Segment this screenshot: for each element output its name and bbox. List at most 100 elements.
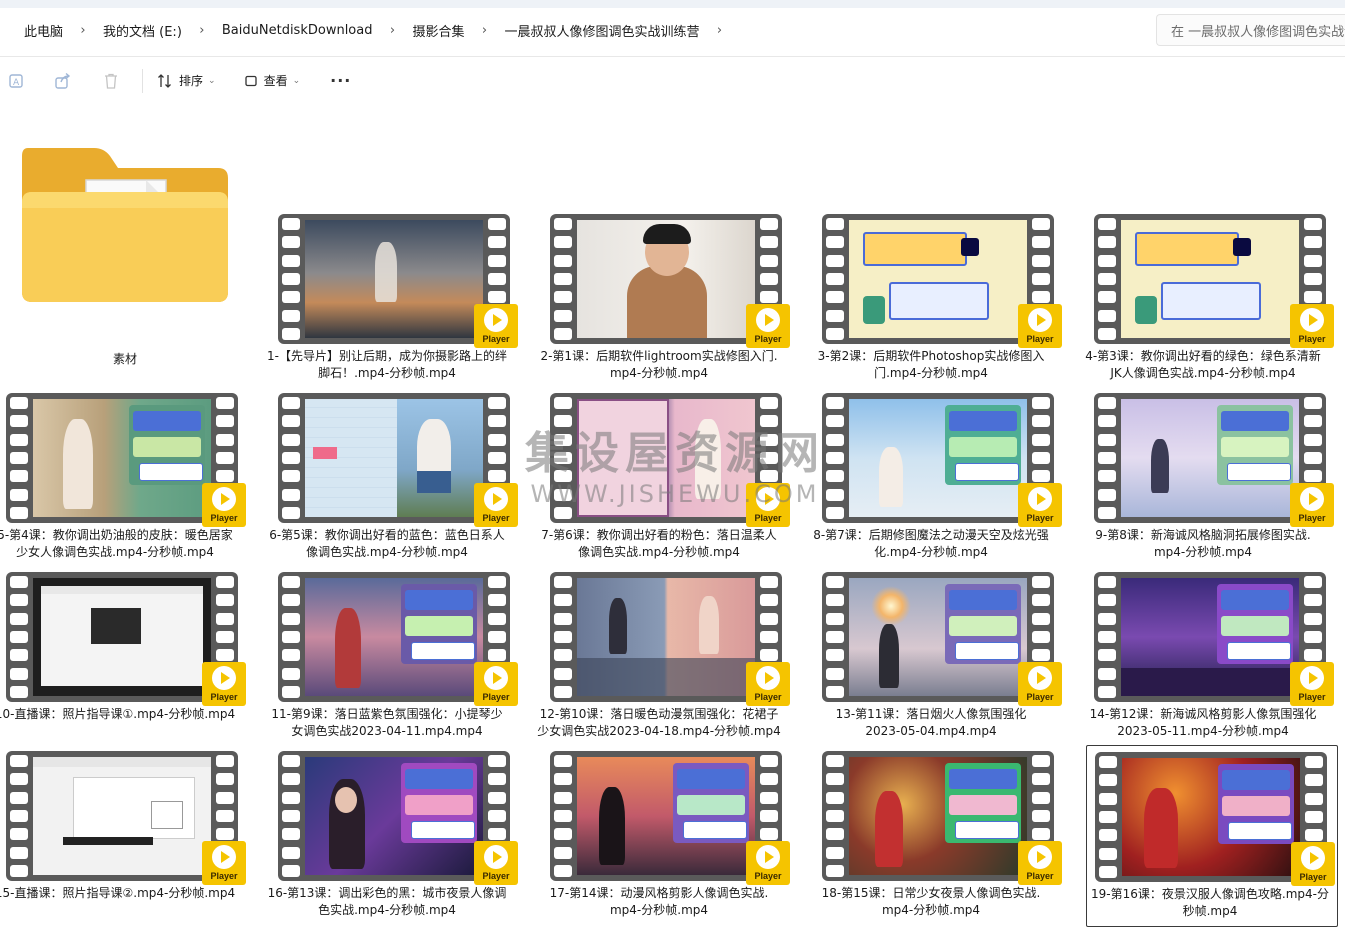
video-file-item[interactable]: Player 18-第15课：日常少女夜景人像调色实战. mp4-分秒帧.mp4 xyxy=(802,751,1062,927)
video-file-item[interactable]: Player 14-第12课：新海诚风格剪影人像氛围强化 2023-05-11.… xyxy=(1074,572,1334,748)
breadcrumb-current-folder[interactable]: 一晨叔叔人像修图调色实战训练营 xyxy=(491,21,714,40)
play-icon xyxy=(756,845,780,869)
player-badge: Player xyxy=(1290,662,1334,706)
file-name: 18-第15课：日常少女夜景人像调色实战. mp4-分秒帧.mp4 xyxy=(821,886,1041,917)
player-badge: Player xyxy=(202,662,246,706)
video-thumbnail: Player xyxy=(550,751,790,885)
file-grid: 素材 Player 1-【先导片】别让后期，成为你摄影路上的绊 脚石！.mp4-… xyxy=(0,104,1345,942)
chevron-right-icon[interactable]: › xyxy=(386,23,398,38)
video-file-item[interactable]: Player 9-第8课：新海诚风格脑洞拓展修图实战. mp4-分秒帧.mp4 xyxy=(1074,393,1334,569)
video-file-item[interactable]: Player 4-第3课：教你调出好看的绿色：绿色系清新 JK人像调色实战.mp… xyxy=(1074,214,1334,390)
file-name: 1-【先导片】别让后期，成为你摄影路上的绊 脚石！.mp4-分秒帧.mp4 xyxy=(267,349,507,380)
chevron-down-icon: ⌄ xyxy=(292,75,301,86)
player-badge: Player xyxy=(746,304,790,348)
video-file-item[interactable]: Player 5-第4课：教你调出奶油般的皮肤：暖色居家 少女人像调色实战.mp… xyxy=(0,393,246,569)
video-file-item[interactable]: Player 12-第10课：落日暖色动漫氛围强化：花裙子 少女调色实战2023… xyxy=(530,572,790,748)
video-thumbnail: Player xyxy=(6,393,246,527)
sort-button[interactable]: 排序 ⌄ xyxy=(157,65,216,97)
breadcrumb-photography[interactable]: 摄影合集 xyxy=(398,21,478,40)
breadcrumb-baidunetdisk[interactable]: BaiduNetdiskDownload xyxy=(208,23,387,38)
chevron-right-icon[interactable]: › xyxy=(196,23,208,38)
play-icon xyxy=(212,666,236,690)
more-icon: ··· xyxy=(330,71,352,90)
video-file-item[interactable]: Player 2-第1课：后期软件lightroom实战修图入门. mp4-分秒… xyxy=(530,214,790,390)
play-icon xyxy=(484,308,508,332)
play-icon xyxy=(1300,308,1324,332)
player-badge: Player xyxy=(474,483,518,527)
rename-icon: A xyxy=(9,73,23,88)
file-name: 2-第1课：后期软件lightroom实战修图入门. mp4-分秒帧.mp4 xyxy=(540,349,778,380)
video-file-item[interactable]: Player 6-第5课：教你调出好看的蓝色：蓝色日系人 像调色实战.mp4-分… xyxy=(258,393,518,569)
file-name: 9-第8课：新海诚风格脑洞拓展修图实战. mp4-分秒帧.mp4 xyxy=(1095,528,1311,559)
video-thumbnail: Player xyxy=(550,572,790,706)
video-thumbnail: Player xyxy=(1094,214,1334,348)
file-name: 13-第11课：落日烟火人像氛围强化 2023-05-04.mp4.mp4 xyxy=(835,707,1027,738)
breadcrumb-this-pc[interactable]: 此电脑 xyxy=(10,21,77,40)
file-name: 3-第2课：后期软件Photoshop实战修图入 门.mp4-分秒帧.mp4 xyxy=(817,349,1045,380)
chevron-down-icon: ⌄ xyxy=(208,75,216,86)
rename-button[interactable]: A xyxy=(6,65,28,97)
delete-button[interactable] xyxy=(100,65,122,97)
file-name: 6-第5课：教你调出好看的蓝色：蓝色日系人 像调色实战.mp4-分秒帧.mp4 xyxy=(269,528,505,559)
play-icon xyxy=(1300,487,1324,511)
video-file-item[interactable]: Player 3-第2课：后期软件Photoshop实战修图入 门.mp4-分秒… xyxy=(802,214,1062,390)
video-file-item[interactable]: Player 13-第11课：落日烟火人像氛围强化 2023-05-04.mp4… xyxy=(802,572,1062,748)
video-thumbnail: Player xyxy=(1095,752,1335,886)
video-file-item[interactable]: Player 8-第7课：后期修图魔法之动漫天空及炫光强 化.mp4-分秒帧.m… xyxy=(802,393,1062,569)
more-options-button[interactable]: ··· xyxy=(330,65,351,97)
view-label: 查看 xyxy=(263,74,288,88)
play-icon xyxy=(484,845,508,869)
sort-icon xyxy=(158,73,171,88)
player-badge: Player xyxy=(474,841,518,885)
video-file-item[interactable]: Player 11-第9课：落日蓝紫色氛围强化：小提琴少 女调色实战2023-0… xyxy=(258,572,518,748)
video-thumbnail: Player xyxy=(822,214,1062,348)
video-thumbnail: Player xyxy=(278,572,518,706)
play-icon xyxy=(1028,845,1052,869)
chevron-right-icon[interactable]: › xyxy=(714,23,726,38)
breadcrumb-drive-e[interactable]: 我的文档 (E:) xyxy=(89,21,196,40)
video-thumbnail: Player xyxy=(550,393,790,527)
player-badge: Player xyxy=(1290,483,1334,527)
video-thumbnail: Player xyxy=(278,393,518,527)
player-badge: Player xyxy=(1018,662,1062,706)
view-icon xyxy=(244,75,257,86)
player-badge: Player xyxy=(1291,842,1335,886)
file-name: 4-第3课：教你调出好看的绿色：绿色系清新 JK人像调色实战.mp4-分秒帧.m… xyxy=(1085,349,1321,380)
search-input[interactable]: 在 一晨叔叔人像修图调色实战训练营 中搜索 xyxy=(1156,14,1345,46)
player-badge: Player xyxy=(202,841,246,885)
chevron-right-icon[interactable]: › xyxy=(479,23,491,38)
video-file-item[interactable]: Player 10-直播课：照片指导课①.mp4-分秒帧.mp4 xyxy=(0,572,246,748)
video-thumbnail: Player xyxy=(6,751,246,885)
video-file-item-selected[interactable]: Player 19-第16课：夜景汉服人像调色攻略.mp4-分 秒帧.mp4 xyxy=(1086,745,1338,927)
video-thumbnail: Player xyxy=(278,751,518,885)
video-file-item[interactable]: Player 17-第14课：动漫风格剪影人像调色实战. mp4-分秒帧.mp4 xyxy=(530,751,790,927)
share-button[interactable] xyxy=(52,65,74,97)
play-icon xyxy=(756,308,780,332)
video-file-item[interactable]: Player 1-【先导片】别让后期，成为你摄影路上的绊 脚石！.mp4-分秒帧… xyxy=(258,214,518,390)
play-icon xyxy=(1028,487,1052,511)
folder-name: 素材 xyxy=(112,352,137,366)
file-name: 12-第10课：落日暖色动漫氛围强化：花裙子 少女调色实战2023-04-18.… xyxy=(537,707,781,738)
view-button[interactable]: 查看 ⌄ xyxy=(244,65,301,97)
folder-item[interactable] xyxy=(0,134,258,310)
play-icon xyxy=(1028,308,1052,332)
video-file-item[interactable]: Player 15-直播课：照片指导课②.mp4-分秒帧.mp4 xyxy=(0,751,246,927)
player-badge: Player xyxy=(1018,841,1062,885)
address-bar[interactable]: 此电脑 › 我的文档 (E:) › BaiduNetdiskDownload ›… xyxy=(0,10,1148,50)
file-name: 8-第7课：后期修图魔法之动漫天空及炫光强 化.mp4-分秒帧.mp4 xyxy=(813,528,1049,559)
file-name: 5-第4课：教你调出奶油般的皮肤：暖色居家 少女人像调色实战.mp4-分秒帧.m… xyxy=(0,528,233,559)
file-name: 11-第9课：落日蓝紫色氛围强化：小提琴少 女调色实战2023-04-11.mp… xyxy=(271,707,503,738)
sort-label: 排序 xyxy=(179,74,204,88)
share-icon xyxy=(55,72,71,89)
player-badge: Player xyxy=(1290,304,1334,348)
chevron-right-icon[interactable]: › xyxy=(77,23,89,38)
toolbar-divider xyxy=(142,68,143,93)
play-icon xyxy=(1300,666,1324,690)
video-file-item[interactable]: Player 7-第6课：教你调出好看的粉色：落日温柔人 像调色实战.mp4-分… xyxy=(530,393,790,569)
play-icon xyxy=(1301,846,1325,870)
play-icon xyxy=(484,487,508,511)
video-thumbnail: Player xyxy=(822,393,1062,527)
video-file-item[interactable]: Player 16-第13课：调出彩色的黑：城市夜景人像调 色实战.mp4-分秒… xyxy=(258,751,518,927)
svg-text:A: A xyxy=(13,78,20,88)
player-badge: Player xyxy=(1018,483,1062,527)
